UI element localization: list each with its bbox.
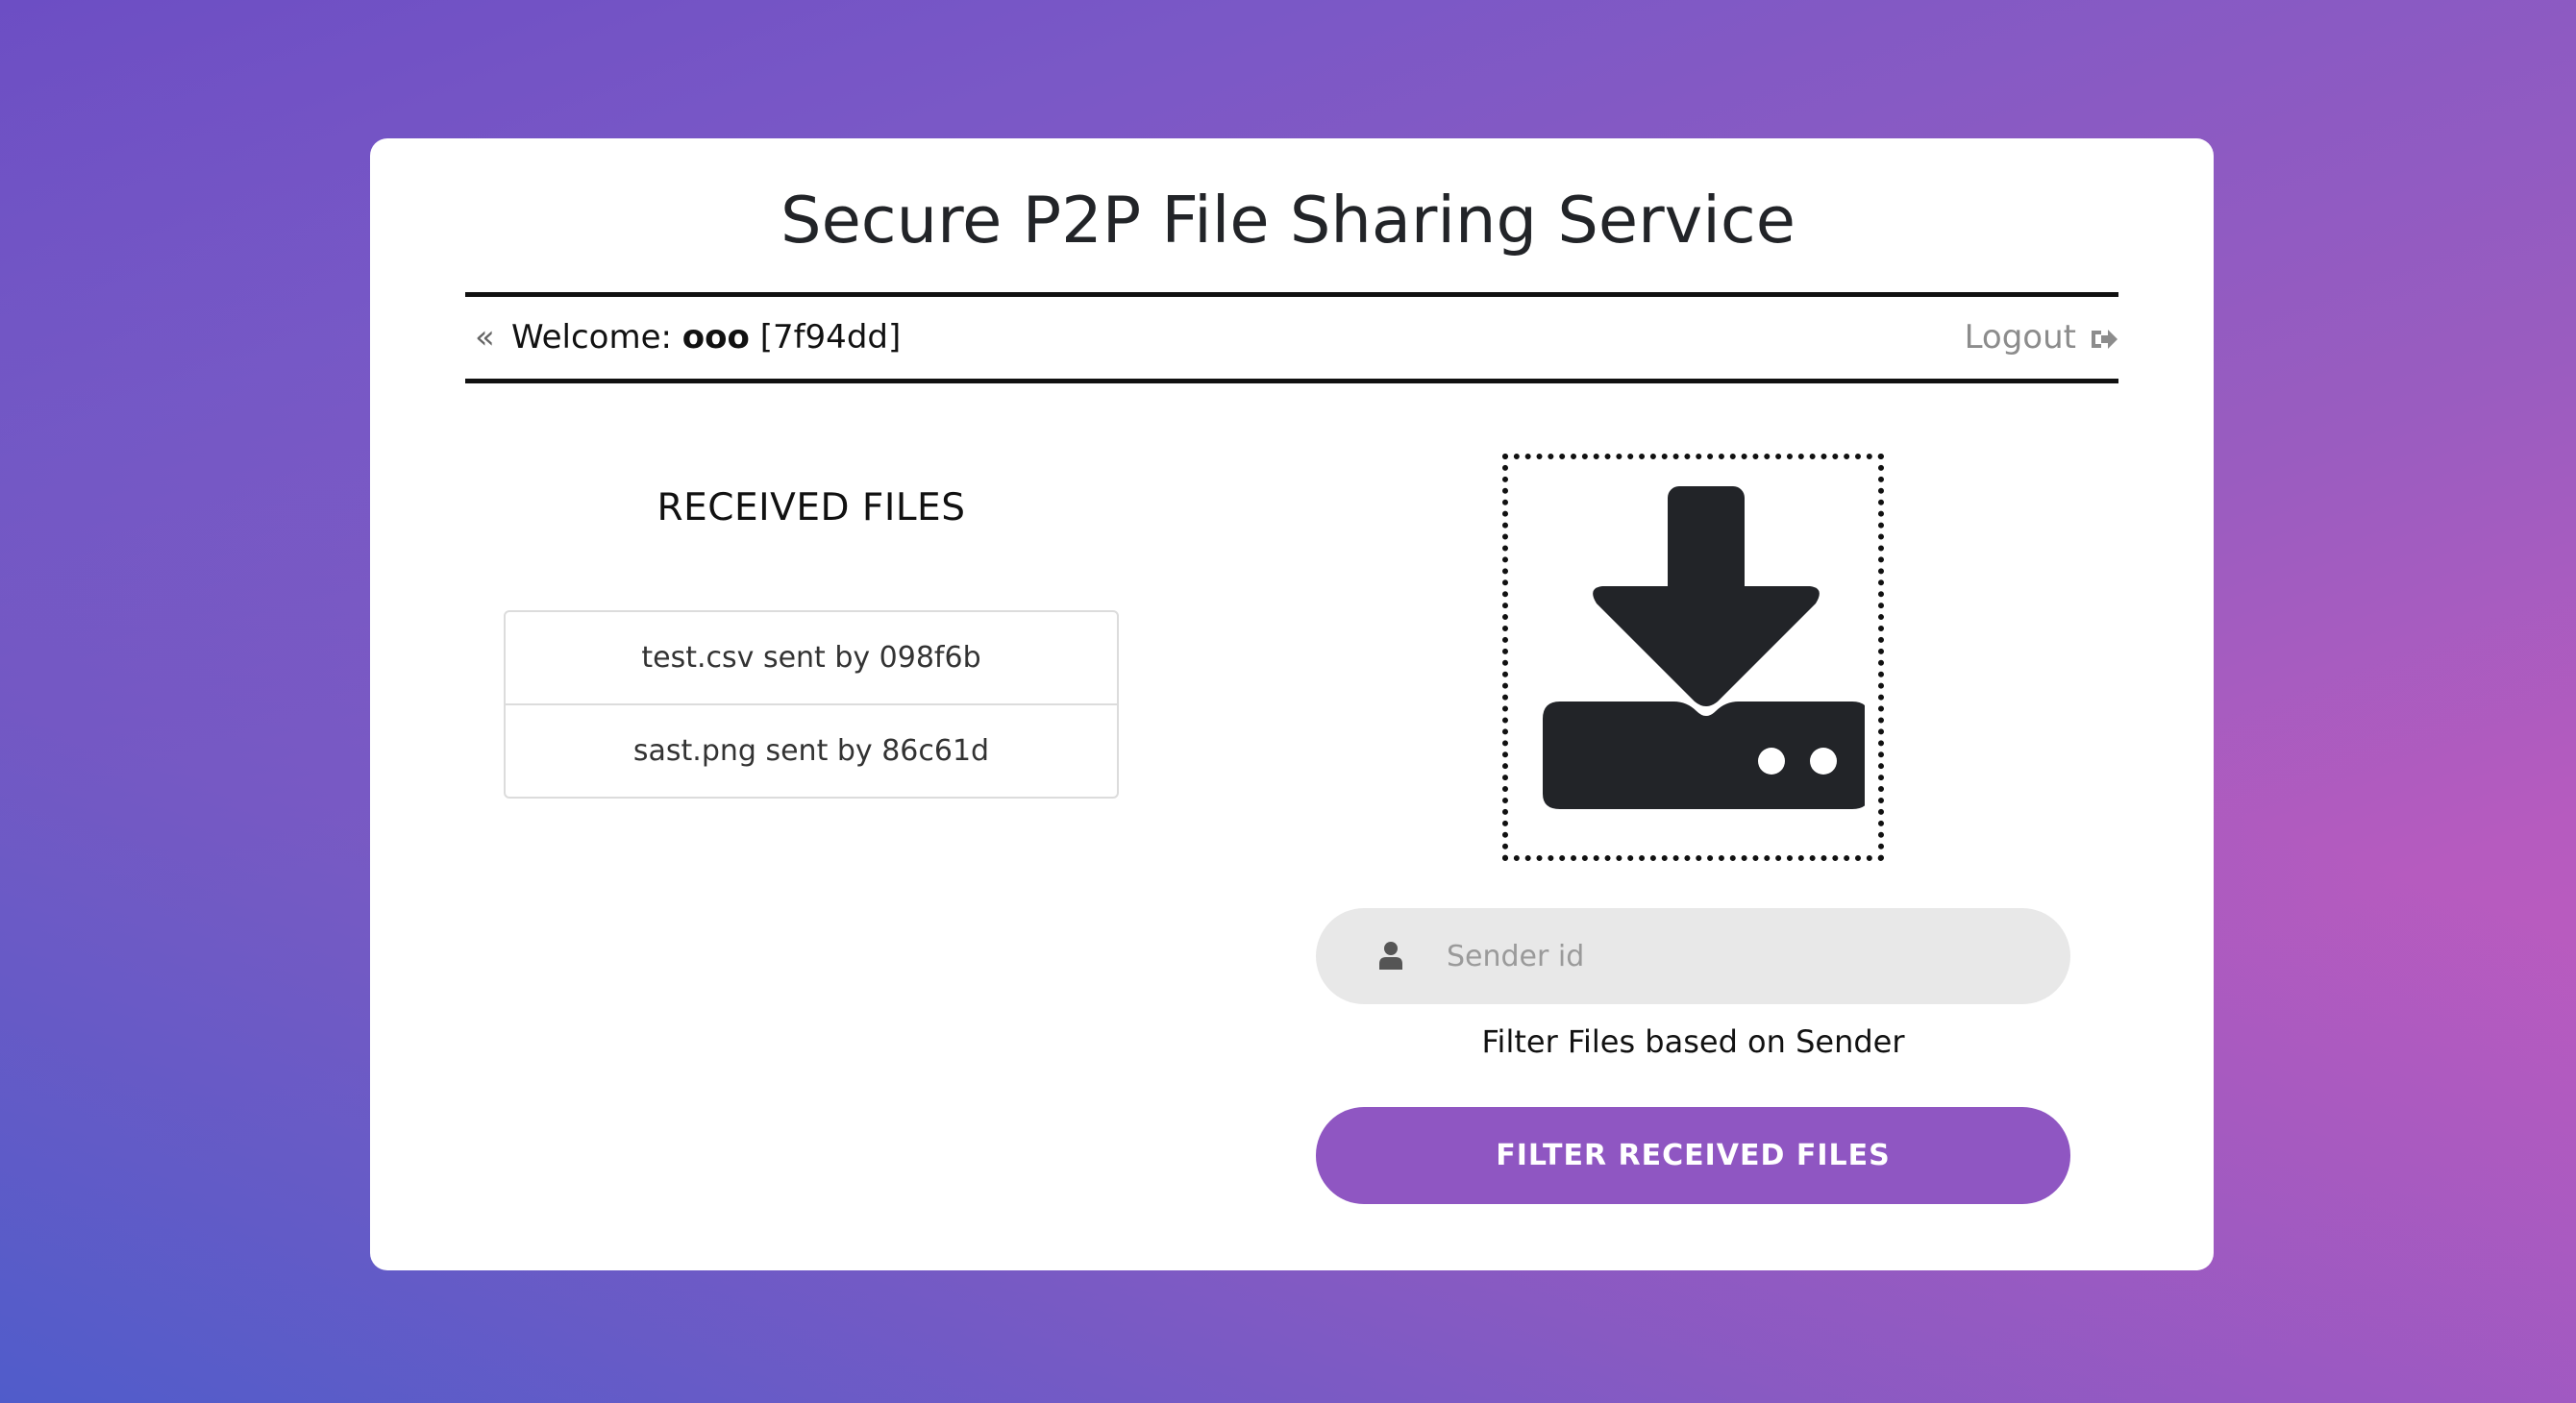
user-name: ooo	[681, 318, 750, 357]
filter-received-files-button[interactable]: FILTER RECEIVED FILES	[1316, 1107, 2070, 1204]
page-title: Secure P2P File Sharing Service	[780, 183, 1796, 258]
sign-out-icon	[2092, 330, 2118, 349]
logout-label: Logout	[1964, 318, 2076, 357]
received-files-list: test.csv sent by 098f6b sast.png sent by…	[504, 610, 1119, 799]
user-id: [7f94dd]	[759, 318, 902, 357]
sender-id-input[interactable]	[1447, 908, 2023, 1004]
header-divider-bottom	[465, 379, 2118, 383]
download-drive-icon	[1543, 486, 1865, 809]
welcome-text: Welcome: ooo [7f94dd]	[511, 318, 901, 357]
list-item[interactable]: sast.png sent by 86c61d	[506, 703, 1117, 797]
list-item[interactable]: test.csv sent by 098f6b	[506, 612, 1117, 703]
welcome-label: Welcome:	[511, 318, 682, 357]
logout-link[interactable]: Logout	[1965, 318, 2118, 357]
welcome-bar: « Welcome: ooo [7f94dd] Logout	[465, 297, 2118, 379]
user-icon	[1379, 942, 1402, 970]
received-files-heading: RECEIVED FILES	[656, 486, 966, 529]
double-chevron-left-icon[interactable]: «	[475, 318, 495, 357]
sender-id-field[interactable]	[1316, 908, 2070, 1004]
filter-caption: Filter Files based on Sender	[1481, 1023, 1905, 1060]
download-dropzone[interactable]	[1502, 454, 1884, 861]
